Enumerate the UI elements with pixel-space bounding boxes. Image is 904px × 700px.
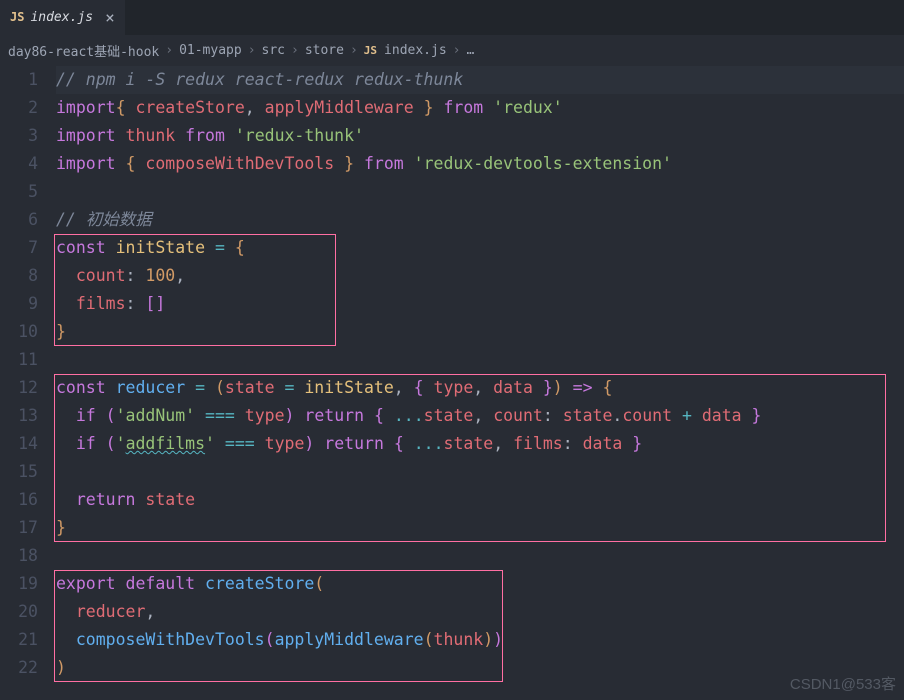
line-number: 8 — [0, 262, 38, 290]
code-line: composeWithDevTools(applyMiddleware(thun… — [56, 626, 904, 654]
code-line: import { composeWithDevTools } from 'red… — [56, 150, 904, 178]
chevron-right-icon: › — [291, 43, 299, 58]
js-file-icon: JS — [10, 10, 24, 24]
code-line: films: [] — [56, 290, 904, 318]
line-number: 19 — [0, 570, 38, 598]
line-number: 2 — [0, 94, 38, 122]
line-gutter: 1 2 3 4 5 6 7 8 9 10 11 12 13 14 15 16 1… — [0, 66, 56, 682]
line-number: 16 — [0, 486, 38, 514]
line-number: 9 — [0, 290, 38, 318]
code-line: const reducer = (state = initState, { ty… — [56, 374, 904, 402]
chevron-right-icon: › — [165, 43, 173, 58]
code-line — [56, 458, 904, 486]
line-number: 5 — [0, 178, 38, 206]
code-line: count: 100, — [56, 262, 904, 290]
code-line: reducer, — [56, 598, 904, 626]
tab-index-js[interactable]: JS index.js × — [0, 0, 125, 35]
code-line: } — [56, 318, 904, 346]
code-line — [56, 542, 904, 570]
code-line: if ('addNum' === type) return { ...state… — [56, 402, 904, 430]
line-number: 10 — [0, 318, 38, 346]
line-number: 21 — [0, 626, 38, 654]
line-number: 13 — [0, 402, 38, 430]
line-number: 3 — [0, 122, 38, 150]
code-line: const initState = { — [56, 234, 904, 262]
chevron-right-icon: › — [350, 43, 358, 58]
code-line: // 初始数据 — [56, 206, 904, 234]
js-file-icon: JS — [364, 44, 377, 57]
bc-item[interactable]: index.js — [384, 43, 447, 58]
code-line: import thunk from 'redux-thunk' — [56, 122, 904, 150]
code-line: if ('addfilms' === type) return { ...sta… — [56, 430, 904, 458]
code-line: export default createStore( — [56, 570, 904, 598]
code-line: import{ createStore, applyMiddleware } f… — [56, 94, 904, 122]
code-line: ) — [56, 654, 904, 682]
bc-item[interactable]: day86-react基础-hook — [8, 41, 159, 60]
tab-label: index.js — [30, 10, 93, 25]
line-number: 1 — [0, 66, 38, 94]
line-number: 22 — [0, 654, 38, 682]
line-number: 11 — [0, 346, 38, 374]
chevron-right-icon: › — [248, 43, 256, 58]
code-line: // npm i -S redux react-redux redux-thun… — [56, 66, 904, 94]
line-number: 6 — [0, 206, 38, 234]
line-number: 15 — [0, 458, 38, 486]
line-number: 12 — [0, 374, 38, 402]
code-line — [56, 346, 904, 374]
bc-more[interactable]: … — [467, 43, 475, 58]
line-number: 4 — [0, 150, 38, 178]
code-line: } — [56, 514, 904, 542]
bc-item[interactable]: 01-myapp — [179, 43, 242, 58]
code-line — [56, 178, 904, 206]
code-line: return state — [56, 486, 904, 514]
line-number: 17 — [0, 514, 38, 542]
watermark: CSDN1@533客 — [790, 673, 896, 694]
bc-item[interactable]: store — [305, 43, 344, 58]
close-icon[interactable]: × — [105, 8, 115, 27]
line-number: 14 — [0, 430, 38, 458]
bc-item[interactable]: src — [262, 43, 285, 58]
line-number: 20 — [0, 598, 38, 626]
code-area[interactable]: // npm i -S redux react-redux redux-thun… — [56, 66, 904, 682]
tabs-bar: JS index.js × — [0, 0, 904, 35]
line-number: 7 — [0, 234, 38, 262]
breadcrumb[interactable]: day86-react基础-hook › 01-myapp › src › st… — [0, 35, 904, 66]
code-editor[interactable]: 1 2 3 4 5 6 7 8 9 10 11 12 13 14 15 16 1… — [0, 66, 904, 682]
line-number: 18 — [0, 542, 38, 570]
chevron-right-icon: › — [453, 43, 461, 58]
